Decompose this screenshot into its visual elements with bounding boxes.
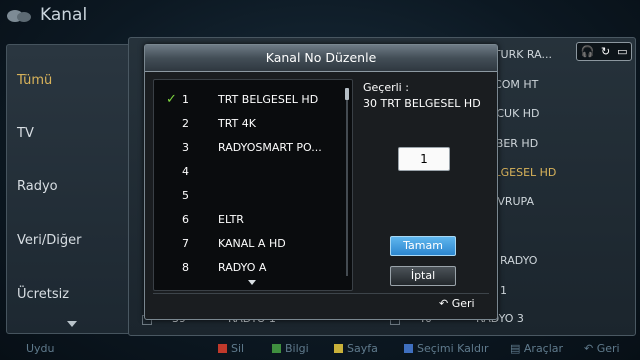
bottom-item-label: Geri — [596, 342, 620, 355]
bottom-item-page[interactable]: Sayfa — [334, 342, 378, 355]
bottom-item-label: Seçimi Kaldır — [417, 342, 489, 355]
bottom-item-label: Sayfa — [347, 342, 378, 355]
bottom-item-label: Araçlar — [523, 342, 564, 355]
refresh-icon: ↻ — [601, 45, 611, 58]
smart-hub-logo-icon — [7, 10, 31, 22]
current-label: Geçerli : — [363, 81, 409, 94]
green-key-icon — [272, 344, 281, 353]
divider — [153, 293, 489, 294]
category-menu: Tümü TV Radyo Veri/Diğer Ücretsiz — [6, 44, 132, 334]
bottom-item-label: Bilgi — [285, 342, 309, 355]
edit-channel-number-dialog: Kanal No Düzenle ✓ 1 TRT BELGESEL HD 2 T… — [144, 44, 498, 320]
list-item[interactable]: RADYO — [500, 254, 537, 267]
tools-icon: ▤ — [510, 342, 524, 355]
list-item[interactable]: 5 — [154, 184, 344, 206]
category-item-free[interactable]: Ücretsiz — [17, 287, 69, 302]
channel-name: RADYO A — [218, 261, 267, 274]
page-title: Kanal — [40, 5, 88, 25]
current-value: 30 TRT BELGESEL HD — [363, 97, 481, 110]
category-item-data-other[interactable]: Veri/Diğer — [17, 233, 81, 248]
scrollbar[interactable] — [346, 88, 348, 276]
ok-button[interactable]: Tamam — [390, 236, 456, 256]
bottom-item-info[interactable]: Bilgi — [272, 342, 309, 355]
channel-number: 1 — [182, 93, 189, 106]
channel-number: 6 — [182, 213, 189, 226]
scroll-down-icon[interactable] — [248, 280, 256, 285]
bottom-item-tools[interactable]: ▤ Araçlar — [510, 342, 563, 355]
bottom-item-label: Sil — [231, 342, 245, 355]
category-item-tv[interactable]: TV — [17, 126, 34, 141]
status-icons: 🎧 ↻ ▭ — [576, 42, 632, 61]
list-item[interactable]: 8 RADYO A — [154, 256, 344, 278]
red-key-icon — [218, 344, 227, 353]
category-item-all[interactable]: Tümü — [17, 73, 52, 88]
channel-number: 2 — [182, 117, 189, 130]
return-arrow-icon: ↶ — [584, 342, 597, 355]
channel-number: 8 — [182, 261, 189, 274]
channel-number: 7 — [182, 237, 189, 250]
channel-name: TRT BELGESEL HD — [218, 93, 319, 106]
list-item[interactable]: 3 RADYOSMART PO... — [154, 136, 344, 158]
scroll-down-icon[interactable] — [67, 321, 77, 327]
bottom-item-delete[interactable]: Sil — [218, 342, 244, 355]
channel-number: 3 — [182, 141, 189, 154]
channel-list: ✓ 1 TRT BELGESEL HD 2 TRT 4K 3 RADYOSMAR… — [153, 79, 353, 291]
channel-number: 4 — [182, 165, 189, 178]
return-arrow-icon: ↶ — [439, 297, 449, 310]
dialog-title: Kanal No Düzenle — [145, 45, 497, 72]
list-item[interactable]: ✓ 1 TRT BELGESEL HD — [154, 88, 344, 110]
list-item[interactable]: 2 TRT 4K — [154, 112, 344, 134]
channel-name: ELTR — [218, 213, 244, 226]
channel-number: 5 — [182, 189, 189, 202]
scrollbar-thumb[interactable] — [345, 88, 349, 100]
back-button[interactable]: ↶ Geri — [439, 297, 475, 310]
list-item[interactable]: 4 — [154, 160, 344, 182]
channel-number-input[interactable]: 1 — [398, 147, 450, 171]
list-item[interactable]: 6 ELTR — [154, 208, 344, 230]
list-item[interactable]: 7 KANAL A HD — [154, 232, 344, 254]
category-item-radio[interactable]: Radyo — [17, 179, 58, 194]
back-label: Geri — [451, 297, 475, 310]
bottom-item-satellite[interactable]: Uydu — [26, 342, 55, 355]
bottom-item-back[interactable]: ↶ Geri — [584, 342, 620, 355]
headphones-icon: 🎧 — [580, 45, 595, 58]
cancel-button[interactable]: İptal — [390, 266, 456, 286]
checkmark-icon: ✓ — [166, 92, 177, 107]
yellow-key-icon — [334, 344, 343, 353]
bottom-bar: Uydu Sil Bilgi Sayfa Seçimi Kaldır ▤ Ara… — [0, 338, 640, 360]
channel-name: RADYOSMART PO... — [218, 141, 322, 154]
list-item[interactable]: 1 — [500, 284, 507, 297]
bottom-item-deselect[interactable]: Seçimi Kaldır — [404, 342, 489, 355]
channel-name: TRT 4K — [218, 117, 256, 130]
blue-key-icon — [404, 344, 413, 353]
channel-name: KANAL A HD — [218, 237, 286, 250]
screen-icon: ▭ — [617, 45, 628, 58]
